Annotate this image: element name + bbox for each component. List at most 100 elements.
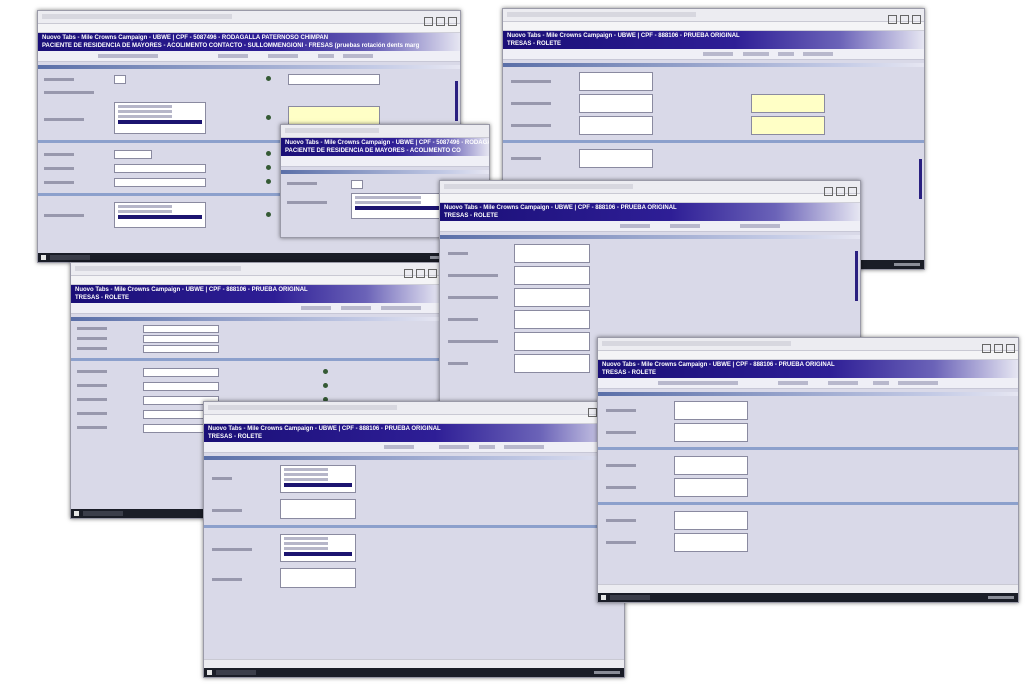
text-field[interactable] <box>674 456 748 475</box>
text-field[interactable] <box>280 499 356 519</box>
window-maximize-icon[interactable] <box>994 344 1003 353</box>
field-label <box>77 426 107 429</box>
window-close-icon[interactable] <box>1006 344 1015 353</box>
status-bar <box>598 584 1018 593</box>
windows-start-icon[interactable] <box>41 255 46 260</box>
section-divider <box>598 447 1018 450</box>
address-bar[interactable] <box>204 415 624 424</box>
checkbox[interactable] <box>351 180 363 189</box>
status-dot-icon <box>323 369 328 374</box>
browser-tab[interactable] <box>444 184 633 189</box>
text-field[interactable] <box>674 401 748 420</box>
text-field[interactable] <box>514 288 590 307</box>
window-minimize-icon[interactable] <box>824 187 833 196</box>
list-box[interactable] <box>114 202 206 228</box>
taskbar-search[interactable] <box>83 511 123 516</box>
text-field[interactable] <box>143 325 219 333</box>
windows-start-icon[interactable] <box>207 670 212 675</box>
text-field[interactable] <box>674 511 748 530</box>
field-label <box>511 157 541 160</box>
status-dot-icon <box>266 115 271 120</box>
window-maximize-icon[interactable] <box>436 17 445 26</box>
text-field[interactable] <box>674 533 748 552</box>
field-label <box>448 362 468 365</box>
windows-start-icon[interactable] <box>74 511 79 516</box>
address-bar[interactable] <box>440 194 860 203</box>
text-field[interactable] <box>143 382 219 391</box>
scrollbar[interactable] <box>919 159 922 199</box>
window-maximize-icon[interactable] <box>416 269 425 278</box>
window-minimize-icon[interactable] <box>404 269 413 278</box>
field-label <box>212 548 252 551</box>
section-divider <box>598 502 1018 505</box>
title-line-2: PACIENTE DE RESIDENCIA DE MAYORES - ACOL… <box>42 43 420 49</box>
window-maximize-icon[interactable] <box>900 15 909 24</box>
field-label <box>77 327 107 330</box>
address-bar[interactable] <box>38 24 460 33</box>
text-field[interactable] <box>114 178 206 187</box>
window-close-icon[interactable] <box>448 17 457 26</box>
status-dot-icon <box>266 165 271 170</box>
checkbox[interactable] <box>114 75 126 84</box>
window-close-icon[interactable] <box>912 15 921 24</box>
system-tray <box>988 596 1014 599</box>
field-label <box>44 91 94 94</box>
taskbar-search[interactable] <box>50 255 90 260</box>
browser-tab[interactable] <box>285 128 379 133</box>
window-minimize-icon[interactable] <box>424 17 433 26</box>
text-field[interactable] <box>674 478 748 497</box>
text-field[interactable] <box>579 116 653 135</box>
browser-tab[interactable] <box>42 14 232 19</box>
list-box[interactable] <box>114 102 206 134</box>
window-minimize-icon[interactable] <box>588 408 597 417</box>
text-field[interactable] <box>579 72 653 91</box>
text-field[interactable] <box>114 164 206 173</box>
windows-start-icon[interactable] <box>601 595 606 600</box>
browser-tab[interactable] <box>602 341 791 346</box>
browser-tab[interactable] <box>507 12 697 17</box>
text-field[interactable] <box>143 368 219 377</box>
text-field[interactable] <box>514 332 590 351</box>
window-minimize-icon[interactable] <box>888 15 897 24</box>
required-field[interactable] <box>751 116 825 135</box>
browser-tab[interactable] <box>75 266 242 271</box>
required-field[interactable] <box>751 94 825 113</box>
status-dot-icon <box>266 179 271 184</box>
text-field[interactable] <box>514 244 590 263</box>
text-field[interactable] <box>280 568 356 588</box>
text-field[interactable] <box>514 354 590 373</box>
text-field[interactable] <box>514 310 590 329</box>
field-label <box>77 347 107 350</box>
window-close-icon[interactable] <box>428 269 437 278</box>
text-field[interactable] <box>579 94 653 113</box>
address-bar[interactable] <box>71 276 440 285</box>
patient-info-bar <box>598 378 1018 389</box>
taskbar-search[interactable] <box>216 670 256 675</box>
address-bar[interactable] <box>598 351 1018 360</box>
taskbar-search[interactable] <box>610 595 650 600</box>
address-bar[interactable] <box>503 22 924 31</box>
window-minimize-icon[interactable] <box>982 344 991 353</box>
scrollbar[interactable] <box>455 81 458 121</box>
browser-tab[interactable] <box>208 405 397 410</box>
patient-info-bar <box>440 221 860 232</box>
title-line-1: Nuovo Tabs - Mile Crowns Campaign - UBWE… <box>285 140 489 146</box>
browser-tabbar <box>503 9 924 24</box>
text-field[interactable] <box>674 423 748 442</box>
list-box[interactable] <box>280 465 356 493</box>
system-tray <box>894 263 920 266</box>
list-box[interactable] <box>280 534 356 562</box>
text-field[interactable] <box>579 149 653 168</box>
text-field[interactable] <box>288 74 380 85</box>
section-divider <box>503 63 924 67</box>
section-divider <box>503 140 924 143</box>
text-field[interactable] <box>143 345 219 353</box>
scrollbar[interactable] <box>855 251 858 301</box>
window-close-icon[interactable] <box>848 187 857 196</box>
text-field[interactable] <box>143 335 219 343</box>
window-title: Nuovo Tabs - Mile Crowns Campaign - UBWE… <box>204 424 624 442</box>
text-field[interactable] <box>514 266 590 285</box>
field-label <box>44 118 84 121</box>
text-field[interactable] <box>114 150 152 159</box>
window-maximize-icon[interactable] <box>836 187 845 196</box>
